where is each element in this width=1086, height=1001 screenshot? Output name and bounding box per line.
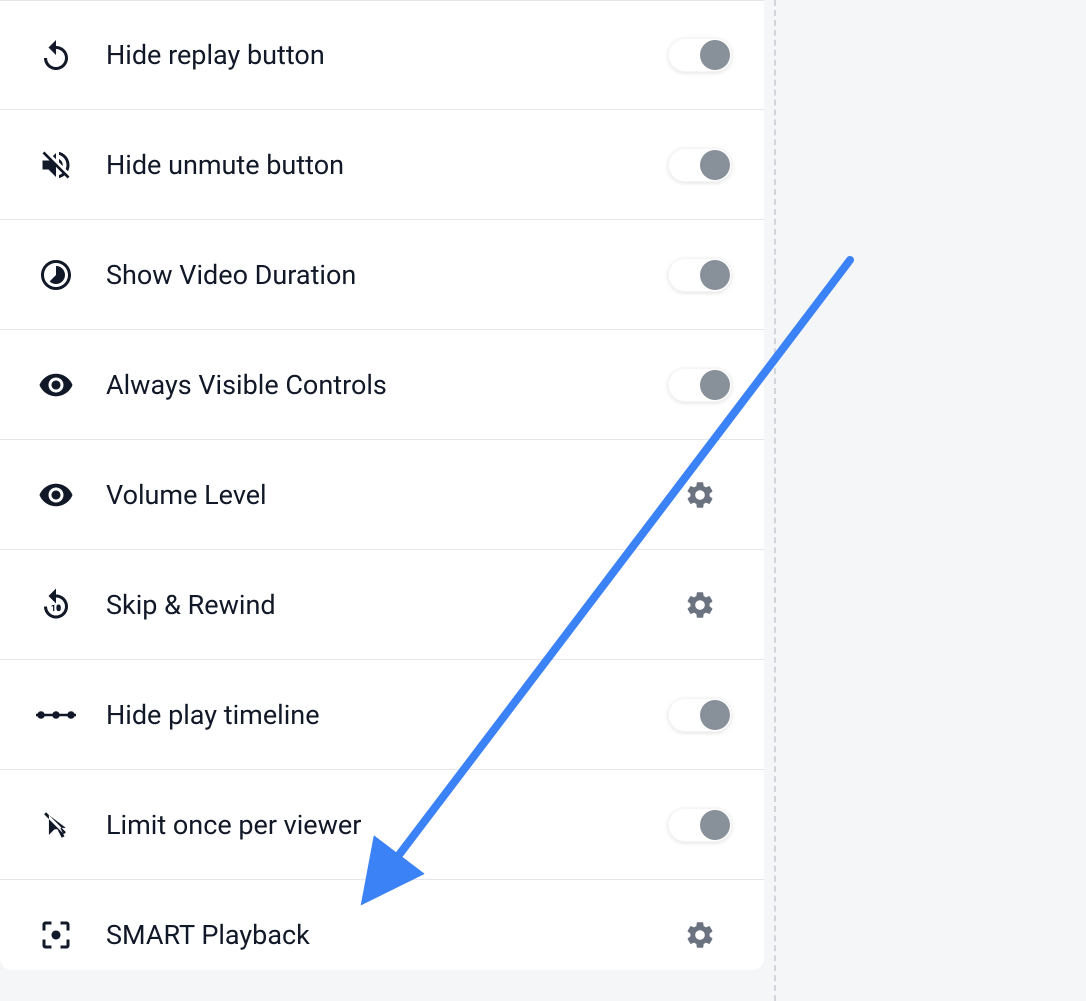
toggle-show-duration[interactable] [668,258,732,292]
setting-label: Hide replay button [76,39,668,71]
cursor-off-icon [36,805,76,845]
toggle-always-visible[interactable] [668,368,732,402]
timelapse-icon [36,255,76,295]
setting-label: Skip & Rewind [76,589,680,621]
gear-smart-playback[interactable] [680,915,720,955]
setting-label: Limit once per viewer [76,809,668,841]
setting-limit-once-per-viewer[interactable]: Limit once per viewer [0,770,764,880]
replay-icon [36,35,76,75]
gear-volume-level[interactable] [680,475,720,515]
setting-label: Hide play timeline [76,699,668,731]
setting-hide-replay-button[interactable]: Hide replay button [0,0,764,110]
toggle-hide-unmute[interactable] [668,148,732,182]
vertical-divider [774,0,776,1001]
setting-smart-playback[interactable]: SMART Playback [0,880,764,990]
settings-panel: Hide replay button Hide unmute button Sh… [0,0,764,970]
gear-skip-rewind[interactable] [680,585,720,625]
volume-off-icon [36,145,76,185]
setting-hide-play-timeline[interactable]: Hide play timeline [0,660,764,770]
setting-label: Show Video Duration [76,259,668,291]
setting-label: Volume Level [76,479,680,511]
center-focus-icon [36,915,76,955]
setting-hide-unmute-button[interactable]: Hide unmute button [0,110,764,220]
setting-skip-rewind[interactable]: Skip & Rewind [0,550,764,660]
eye-icon [36,475,76,515]
setting-always-visible-controls[interactable]: Always Visible Controls [0,330,764,440]
replay-10-icon [36,585,76,625]
setting-label: Hide unmute button [76,149,668,181]
setting-show-video-duration[interactable]: Show Video Duration [0,220,764,330]
toggle-limit-once[interactable] [668,808,732,842]
toggle-hide-replay[interactable] [668,38,732,72]
setting-label: Always Visible Controls [76,369,668,401]
eye-icon [36,365,76,405]
toggle-hide-timeline[interactable] [668,698,732,732]
setting-volume-level[interactable]: Volume Level [0,440,764,550]
setting-label: SMART Playback [76,919,680,951]
timeline-icon [36,695,76,735]
